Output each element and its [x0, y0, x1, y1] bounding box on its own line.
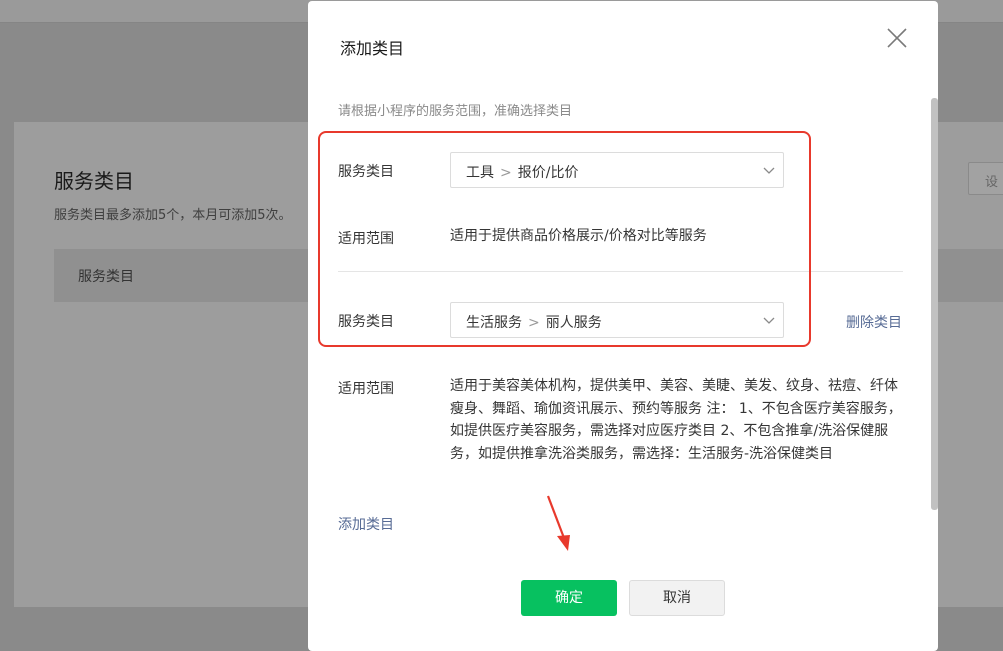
dialog-scrollbar[interactable] — [931, 98, 938, 510]
annotation-arrow-icon — [546, 495, 570, 551]
confirm-button[interactable]: 确定 — [521, 580, 617, 616]
annotation-highlight-box — [318, 131, 811, 347]
dialog-tip: 请根据小程序的服务范围，准确选择类目 — [338, 104, 573, 119]
add-category-link[interactable]: 添加类目 — [338, 514, 394, 534]
background-settings-button: 设 — [968, 162, 1003, 195]
background-settings-button-label: 设 — [985, 175, 999, 190]
close-icon[interactable] — [886, 27, 908, 49]
delete-category-link[interactable]: 删除类目 — [846, 312, 902, 332]
background-page-subtitle: 服务类目最多添加5个，本月可添加5次。 — [54, 208, 292, 223]
category-2-scope-text: 适用于美容美体机构，提供美甲、美容、美睫、美发、纹身、祛痘、纤体瘦身、舞蹈、瑜伽… — [450, 378, 902, 462]
background-table-header-label: 服务类目 — [78, 269, 134, 285]
cancel-button[interactable]: 取消 — [629, 580, 725, 616]
category-2-scope-label: 适用范围 — [338, 381, 394, 397]
dialog-title: 添加类目 — [340, 39, 405, 58]
background-page-title: 服务类目 — [54, 169, 134, 193]
